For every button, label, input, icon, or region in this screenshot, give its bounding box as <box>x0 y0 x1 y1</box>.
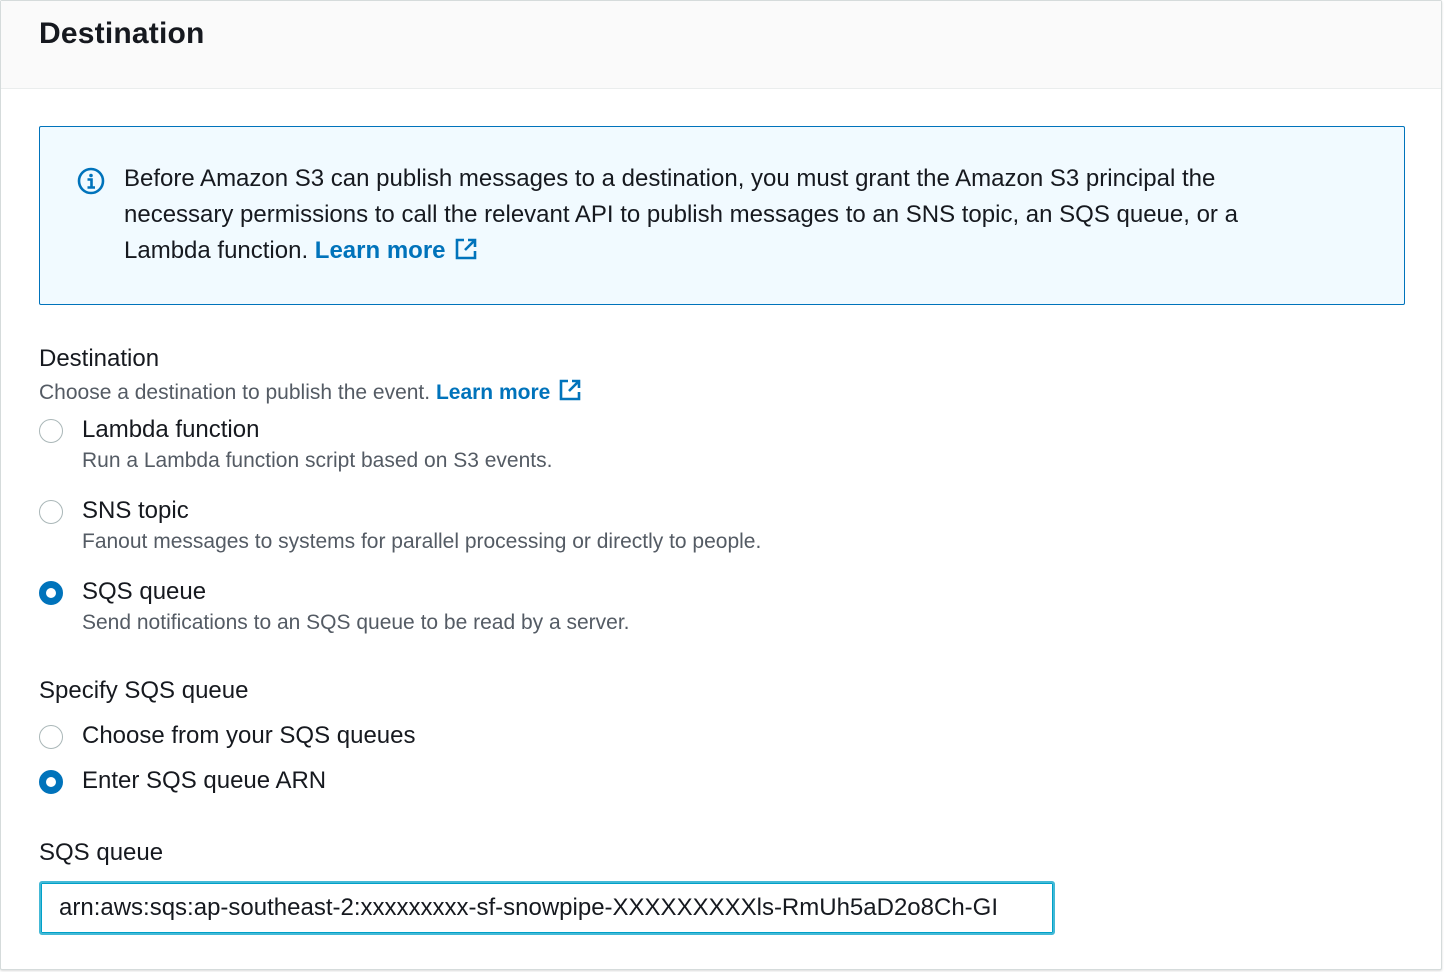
destination-label: Destination <box>39 345 160 372</box>
radio-description: Run a Lambda function script based on S3… <box>82 449 553 472</box>
radio-label: Lambda function <box>82 416 260 443</box>
radio-label: Enter SQS queue ARN <box>82 767 327 794</box>
info-learn-more-link[interactable]: Learn more <box>315 237 478 264</box>
sqs-queue-arn-input[interactable] <box>39 881 1055 935</box>
destination-description: Choose a destination to publish the even… <box>39 378 582 405</box>
radio-button[interactable] <box>39 500 63 524</box>
radio-label: SQS queue <box>82 578 207 605</box>
radio-button[interactable] <box>39 419 63 443</box>
external-link-icon <box>560 379 581 401</box>
external-link-icon <box>455 238 476 260</box>
panel-title: Destination <box>39 17 205 50</box>
radio-button-selected[interactable] <box>39 770 63 794</box>
radio-label: Choose from your SQS queues <box>82 722 416 749</box>
radio-label: SNS topic <box>82 497 189 524</box>
destination-learn-more-link[interactable]: Learn more <box>436 379 582 404</box>
radio-button-selected[interactable] <box>39 581 63 605</box>
destination-panel: Destination Before Amazon S3 can publish… <box>0 0 1442 970</box>
panel-header: Destination <box>1 1 1441 89</box>
sqs-queue-label: SQS queue <box>39 839 164 866</box>
info-message: Before Amazon S3 can publish messages to… <box>124 161 1324 269</box>
specify-sqs-label: Specify SQS queue <box>39 677 249 704</box>
radio-button[interactable] <box>39 725 63 749</box>
info-icon <box>77 167 105 195</box>
radio-description: Fanout messages to systems for parallel … <box>82 530 762 553</box>
info-alert: Before Amazon S3 can publish messages to… <box>39 126 1405 305</box>
info-message-text: Before Amazon S3 can publish messages to… <box>124 165 1238 264</box>
radio-description: Send notifications to an SQS queue to be… <box>82 611 630 634</box>
